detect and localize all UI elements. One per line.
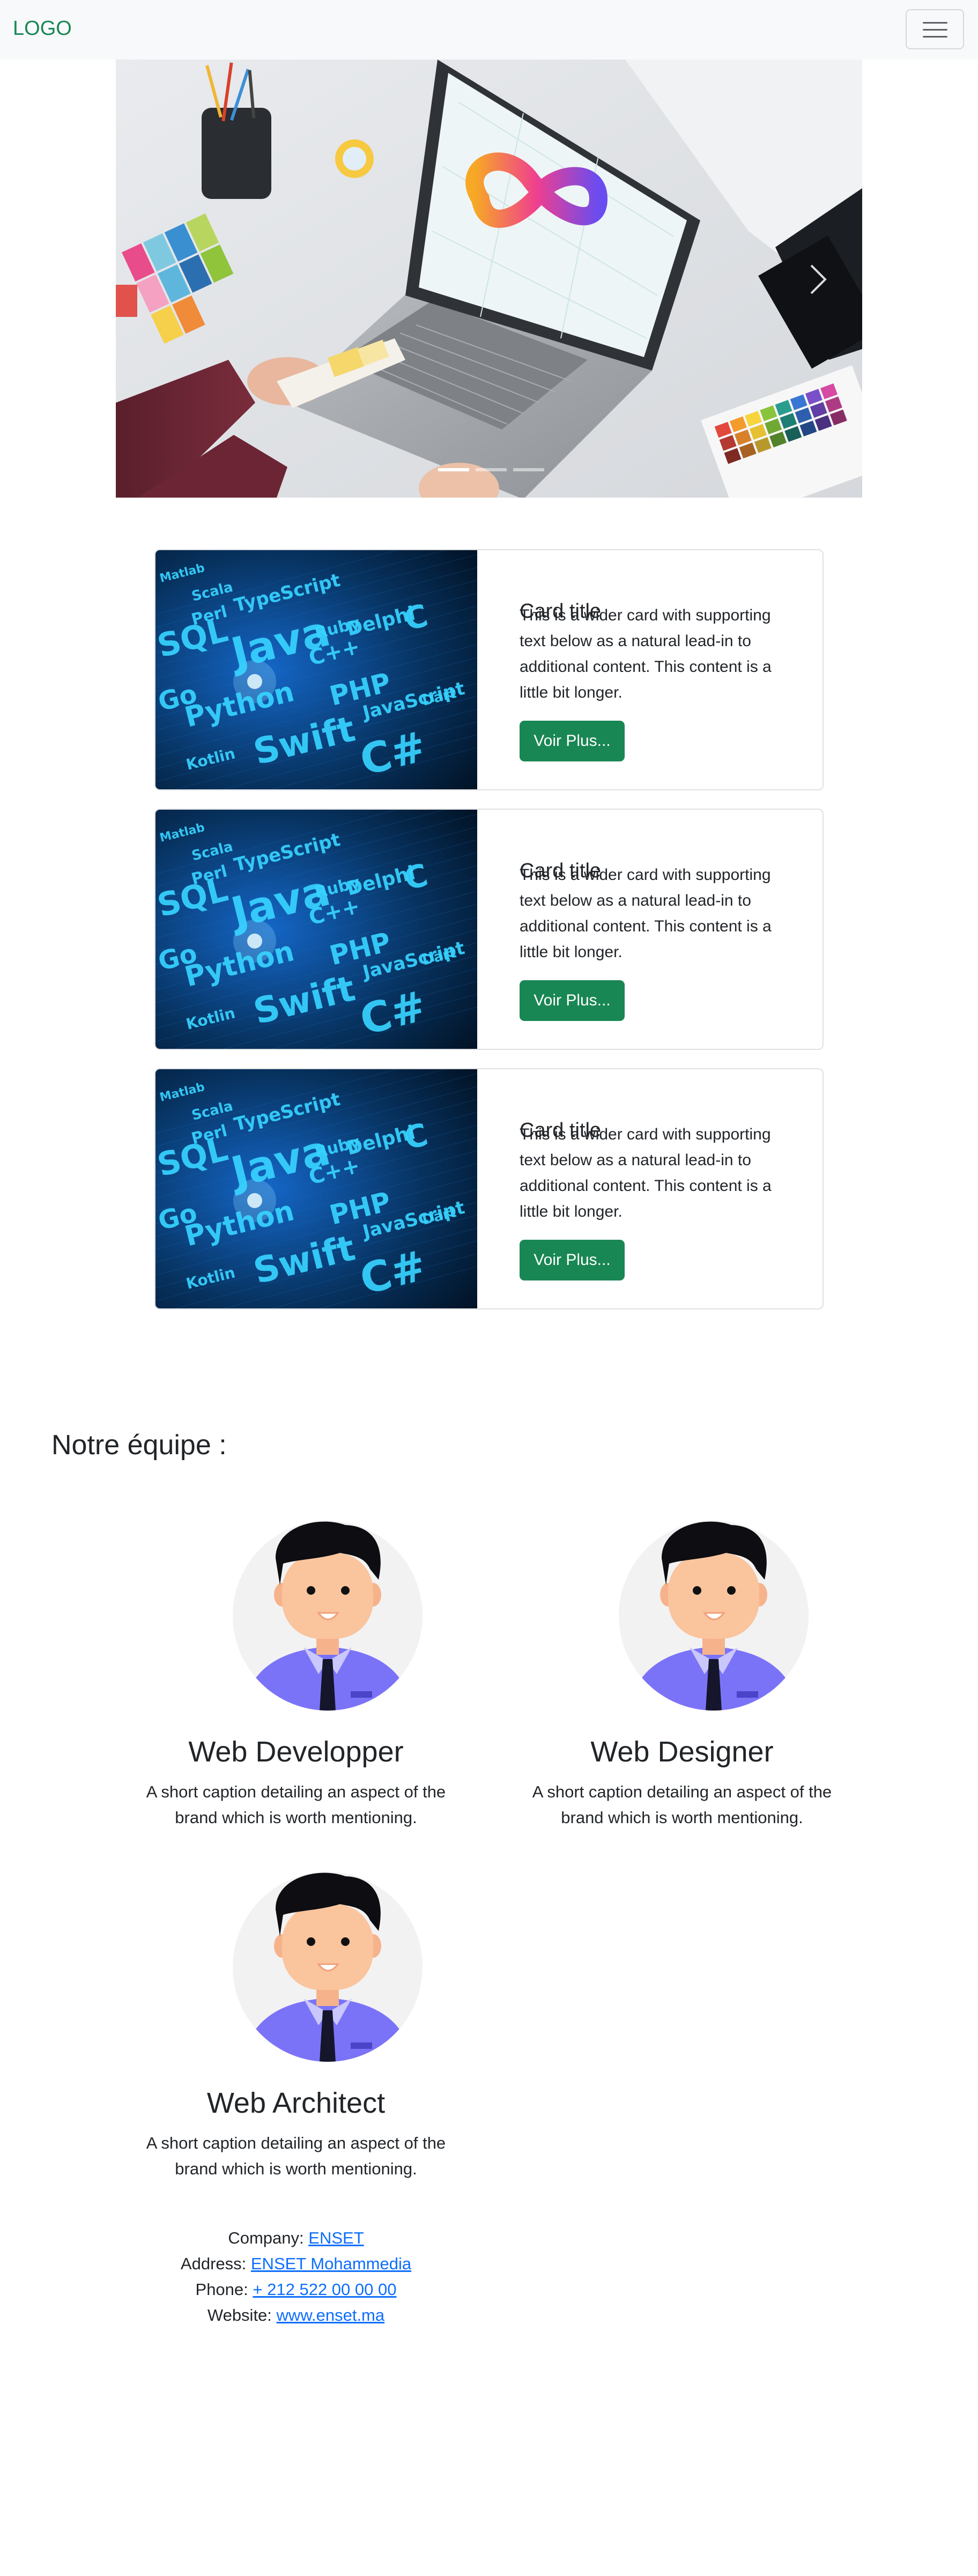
team-heading: Notre équipe : bbox=[51, 1430, 227, 1461]
contact-address-row: Address: ENSET Mohammedia bbox=[114, 2251, 478, 2277]
navbar-toggler-button[interactable] bbox=[906, 9, 964, 49]
navbar: LOGO bbox=[0, 0, 978, 60]
card: Matlab Scala Perl TypeScript SQL Java Ruby Delp… bbox=[154, 1068, 824, 1309]
carousel-slide-image bbox=[116, 60, 862, 498]
card: Matlab Scala Perl TypeScript SQL Java Ruby Delp… bbox=[154, 549, 824, 790]
contact-label: Address: bbox=[180, 2254, 247, 2273]
contact-info: Company: ENSET Address: ENSET Mohammedia… bbox=[114, 2225, 478, 2328]
voir-plus-button[interactable]: Voir Plus... bbox=[520, 721, 625, 761]
carousel-indicators bbox=[432, 464, 550, 475]
contact-company-row: Company: ENSET bbox=[114, 2225, 478, 2251]
voir-plus-button[interactable]: Voir Plus... bbox=[520, 980, 625, 1021]
phone-link[interactable]: + 212 522 00 00 00 bbox=[253, 2280, 396, 2299]
member-name: Web Architect bbox=[206, 2087, 386, 2119]
contact-label: Phone: bbox=[195, 2280, 248, 2299]
member-caption: A short caption detailing an aspect of t… bbox=[146, 1782, 446, 1827]
voir-plus-button[interactable]: Voir Plus... bbox=[520, 1240, 625, 1280]
website-link[interactable]: www.enset.ma bbox=[277, 2306, 385, 2325]
card-text: This is a wider card with supporting tex… bbox=[520, 1126, 772, 1220]
logo-link[interactable]: LOGO bbox=[13, 17, 72, 40]
contact-label: Website: bbox=[207, 2306, 272, 2325]
carousel-indicator-1[interactable] bbox=[438, 468, 469, 471]
card-image: MatlabScalaPerl TypeScriptSQLJavaRubyDelp… bbox=[155, 1069, 477, 1308]
address-link[interactable]: ENSET Mohammedia bbox=[251, 2254, 411, 2273]
card-image: MatlabScalaPerl TypeScriptSQLJavaRubyDelp… bbox=[155, 550, 477, 789]
carousel-indicator-2[interactable] bbox=[476, 468, 507, 471]
carousel-indicator-3[interactable] bbox=[513, 468, 544, 471]
member-name: Web Designer bbox=[590, 1736, 774, 1768]
avatar bbox=[233, 1872, 423, 2062]
carousel-next-button[interactable] bbox=[789, 220, 848, 338]
card-text: This is a wider card with supporting tex… bbox=[520, 866, 772, 961]
contact-label: Company: bbox=[228, 2229, 304, 2247]
contact-website-row: Website: www.enset.ma bbox=[114, 2303, 478, 2328]
card: Matlab Scala Perl TypeScript SQL Java Ruby Delp… bbox=[154, 809, 824, 1050]
member-caption: A short caption detailing an aspect of t… bbox=[146, 2134, 446, 2178]
chevron-right-icon bbox=[810, 264, 827, 294]
card-image: MatlabScalaPerl TypeScriptSQLJavaRubyDelp… bbox=[155, 810, 477, 1049]
carousel bbox=[116, 60, 862, 498]
card-text: This is a wider card with supporting tex… bbox=[520, 606, 772, 701]
company-link[interactable]: ENSET bbox=[308, 2229, 364, 2247]
member-caption: A short caption detailing an aspect of t… bbox=[532, 1782, 832, 1827]
member-name: Web Developper bbox=[188, 1736, 404, 1768]
avatar bbox=[233, 1521, 423, 1711]
avatar bbox=[619, 1521, 809, 1711]
contact-phone-row: Phone: + 212 522 00 00 00 bbox=[114, 2277, 478, 2303]
